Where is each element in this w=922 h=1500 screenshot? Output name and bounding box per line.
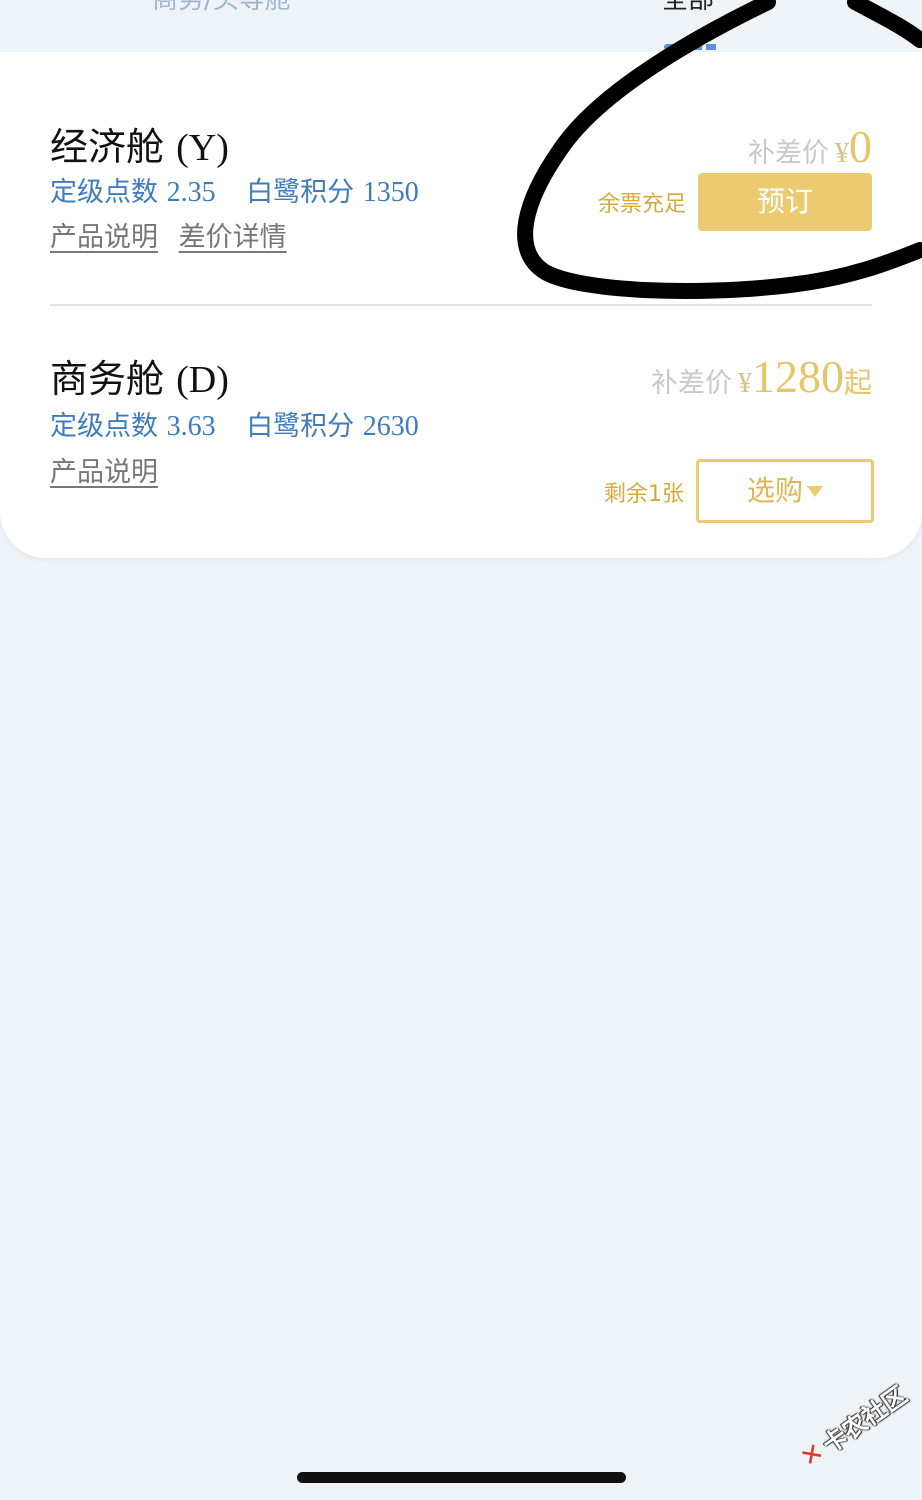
product-info-link[interactable]: 产品说明 [50,222,158,253]
select-purchase-button[interactable]: 选购 [696,459,874,523]
dropdown-caret-icon [807,486,823,497]
grade-points-label: 定级点数 [50,411,158,442]
cabin-list-card: 经济舱 (Y) 定级点数 2.35 白鹭积分 1350 产品说明 差价详情 补差… [0,52,922,558]
book-button[interactable]: 预订 [698,173,872,231]
egret-points-label: 白鹭积分 [246,411,355,442]
egret-points-value: 1350 [362,177,419,208]
ticket-availability: 余票充足 [597,192,686,217]
egret-points-label: 白鹭积分 [246,177,355,208]
grade-points-value: 3.63 [166,411,216,442]
egret-points-value: 2630 [362,411,419,442]
cabin-code: (D) [176,359,229,401]
price-prefix: 补差价 [650,368,732,399]
watermark: ✕ 卡农社区 [784,1370,912,1482]
cabin-links: 产品说明 差价详情 [50,215,287,254]
select-purchase-label: 选购 [746,474,803,507]
cabin-code: (Y) [176,127,229,169]
home-indicator [297,1472,626,1483]
cabin-filter-tabs: 商务/头等舱 全部 [0,0,922,52]
cabin-links: 产品说明 [50,450,158,489]
cabin-name: 商务舱 [50,357,165,401]
price-difference: 补差价 ¥0 [748,120,872,173]
cabin-row-business: 商务舱 (D) 定级点数 3.63 白鹭积分 2630 产品说明 补差价 ¥128… [0,304,922,558]
grade-points-label: 定级点数 [50,177,158,208]
watermark-text: 卡农社区 [817,1380,913,1459]
tab-business-first[interactable]: 商务/头等舱 [152,0,291,16]
cabin-points: 定级点数 3.63 白鹭积分 2630 [50,404,419,443]
currency-symbol: ¥ [835,138,849,169]
cabin-title: 经济舱 (Y) [50,116,229,171]
cabin-name: 经济舱 [50,125,165,169]
product-info-link[interactable]: 产品说明 [50,457,158,488]
price-amount: 0 [849,121,872,172]
currency-symbol: ¥ [737,368,752,399]
price-difference: 补差价 ¥1280起 [651,350,872,403]
tab-all[interactable]: 全部 [662,0,714,16]
price-diff-details-link[interactable]: 差价详情 [179,222,287,253]
tab-active-indicator [664,44,720,50]
cabin-title: 商务舱 (D) [50,348,229,403]
cabin-row-economy: 经济舱 (Y) 定级点数 2.35 白鹭积分 1350 产品说明 差价详情 补差… [0,52,922,304]
grade-points-value: 2.35 [166,177,216,208]
price-prefix: 补差价 [748,138,829,169]
price-amount: 1280 [751,351,844,402]
cabin-points: 定级点数 2.35 白鹭积分 1350 [50,170,419,209]
price-suffix: 起 [843,366,872,399]
ticket-availability: 剩余1张 [604,482,684,507]
